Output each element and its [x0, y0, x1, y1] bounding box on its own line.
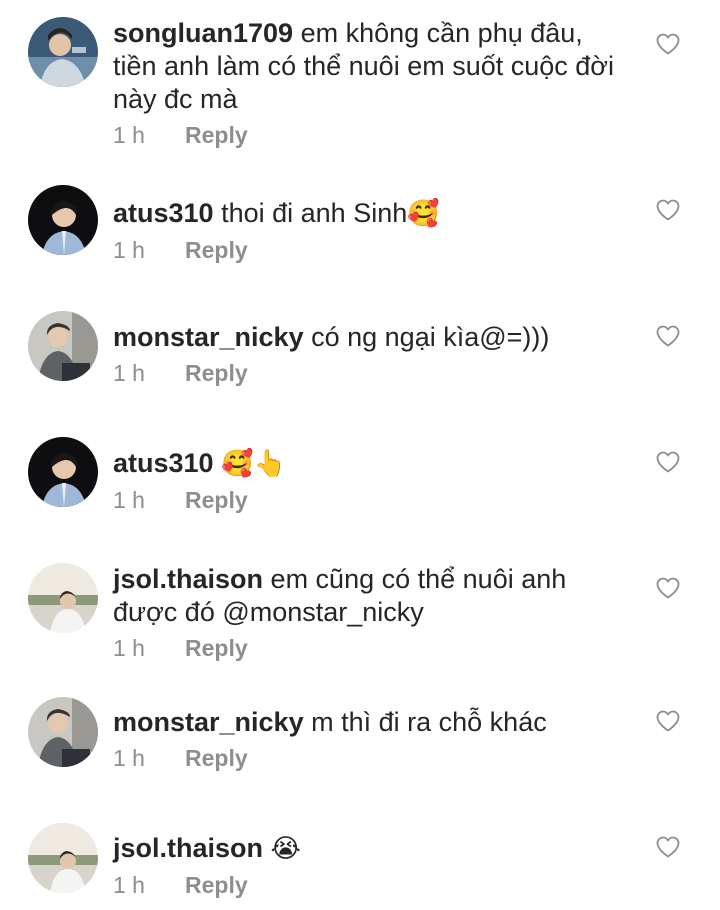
comment-text: atus310 🥰👆 — [113, 447, 633, 481]
reply-button[interactable]: Reply — [185, 487, 248, 513]
comment-timestamp: 1 h — [113, 360, 145, 386]
user-avatar[interactable] — [28, 563, 98, 633]
user-avatar[interactable] — [28, 185, 98, 255]
comment-emoji: 😭 — [270, 834, 301, 864]
reply-button[interactable]: Reply — [185, 360, 248, 386]
user-avatar[interactable] — [28, 17, 98, 87]
like-heart-icon[interactable] — [655, 32, 681, 56]
user-avatar[interactable] — [28, 311, 98, 381]
comment-emoji: 🥰👆 — [221, 449, 286, 479]
reply-button[interactable]: Reply — [185, 745, 248, 771]
like-heart-icon[interactable] — [655, 450, 681, 474]
comment-text: jsol.thaison 😭 — [113, 832, 633, 866]
comment-text: songluan1709 em không cần phụ đâu, tiền … — [113, 17, 633, 116]
comment-emoji: 🥰 — [407, 199, 440, 229]
comment-text: monstar_nicky có ng ngại kìa@=))) — [113, 321, 633, 354]
comment-message: m thì đi ra chỗ khác — [311, 707, 547, 737]
comment-username[interactable]: monstar_nicky — [113, 707, 304, 737]
user-avatar[interactable] — [28, 823, 98, 893]
like-heart-icon[interactable] — [655, 324, 681, 348]
reply-button[interactable]: Reply — [185, 122, 248, 148]
comment-username[interactable]: atus310 — [113, 198, 214, 228]
comment-timestamp: 1 h — [113, 872, 145, 898]
comment-timestamp: 1 h — [113, 487, 145, 513]
comment-text: jsol.thaison em cũng có thể nuôi anh đượ… — [113, 563, 633, 629]
like-heart-icon[interactable] — [655, 709, 681, 733]
comment-username[interactable]: jsol.thaison — [113, 564, 263, 594]
reply-button[interactable]: Reply — [185, 237, 248, 263]
like-heart-icon[interactable] — [655, 835, 681, 859]
like-heart-icon[interactable] — [655, 576, 681, 600]
user-avatar[interactable] — [28, 697, 98, 767]
comment-timestamp: 1 h — [113, 122, 145, 148]
comment-username[interactable]: jsol.thaison — [113, 833, 263, 863]
like-heart-icon[interactable] — [655, 198, 681, 222]
reply-button[interactable]: Reply — [185, 635, 248, 661]
comment-timestamp: 1 h — [113, 745, 145, 771]
comment-message: thoi đi anh Sinh — [221, 198, 408, 228]
comment-message: có ng ngại kìa@=))) — [311, 322, 550, 352]
comment-timestamp: 1 h — [113, 635, 145, 661]
user-avatar[interactable] — [28, 437, 98, 507]
comment-username[interactable]: atus310 — [113, 448, 214, 478]
comment-username[interactable]: monstar_nicky — [113, 322, 304, 352]
comment-text: monstar_nicky m thì đi ra chỗ khác — [113, 706, 633, 739]
reply-button[interactable]: Reply — [185, 872, 248, 898]
comment-text: atus310 thoi đi anh Sinh🥰 — [113, 197, 633, 231]
comment-timestamp: 1 h — [113, 237, 145, 263]
comment-username[interactable]: songluan1709 — [113, 18, 293, 48]
